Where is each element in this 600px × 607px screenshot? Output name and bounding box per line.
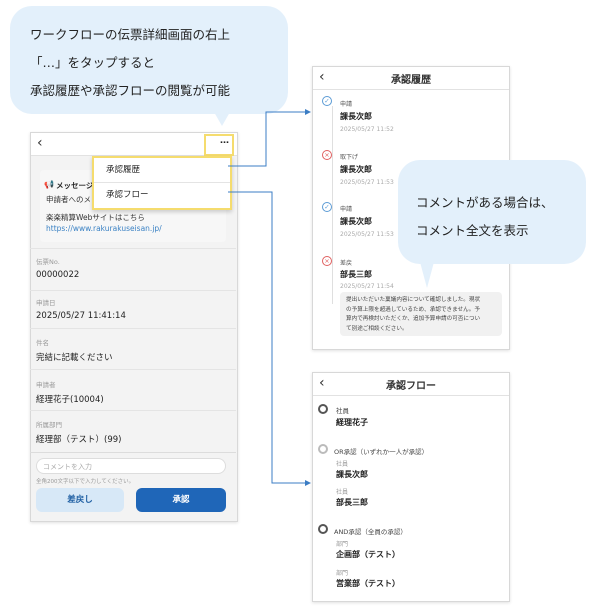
arrow-to-history (228, 109, 311, 167)
connector-arrows (228, 109, 311, 486)
arrow-to-flow (228, 191, 311, 486)
